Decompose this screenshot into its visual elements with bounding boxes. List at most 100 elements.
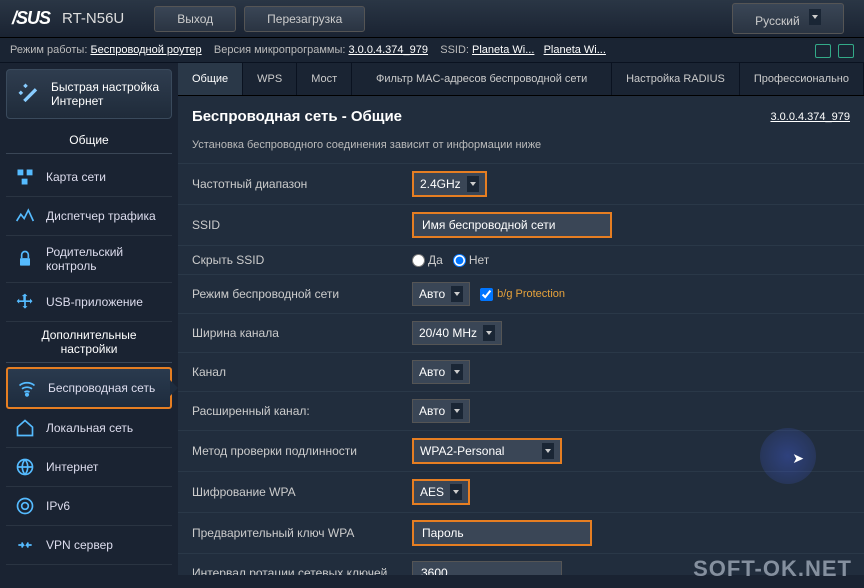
network-map-icon xyxy=(14,167,36,187)
channel-select[interactable]: Авто xyxy=(412,360,470,384)
status-icons xyxy=(811,44,854,61)
lock-icon xyxy=(14,249,36,269)
fw-label: Версия микропрограммы: xyxy=(214,44,346,56)
sidebar-item-label: Беспроводная сеть xyxy=(48,381,155,395)
bg-protection-checkbox[interactable]: b/g Protection xyxy=(480,288,565,301)
sidebar-item-label: Диспетчер трафика xyxy=(46,209,156,223)
sidebar-item-label: Интернет xyxy=(46,460,98,474)
channel-width-select[interactable]: 20/40 MHz xyxy=(412,321,502,345)
band-label: Частотный диапазон xyxy=(192,177,412,191)
tab-radius[interactable]: Настройка RADIUS xyxy=(612,63,740,95)
model-name: RT-N56U xyxy=(62,10,124,27)
sidebar-item-lan[interactable]: Локальная сеть xyxy=(6,409,172,448)
language-select[interactable]: Русский xyxy=(732,3,844,34)
sidebar-item-usb[interactable]: USB-приложение xyxy=(6,283,172,322)
sidebar-item-network-map[interactable]: Карта сети xyxy=(6,158,172,197)
auth-method-label: Метод проверки подлинности xyxy=(192,444,412,458)
mode-link[interactable]: Беспроводной роутер xyxy=(90,44,201,56)
row-wpa-encryption: Шифрование WPA AES xyxy=(178,471,864,512)
brand-logo: /SUS xyxy=(12,8,50,29)
sidebar-item-ipv6[interactable]: IPv6 xyxy=(6,487,172,526)
ssid-link-2[interactable]: Planeta Wi... xyxy=(544,44,606,56)
content-pane: Общие WPS Мост Фильтр MAC-адресов беспро… xyxy=(178,63,864,575)
row-band: Частотный диапазон 2.4GHz xyxy=(178,163,864,204)
sidebar-item-label: Родительский контроль xyxy=(46,245,164,273)
tab-general[interactable]: Общие xyxy=(178,63,243,95)
sidebar-item-vpn[interactable]: VPN сервер xyxy=(6,526,172,565)
key-interval-input[interactable] xyxy=(412,561,562,575)
ext-channel-select[interactable]: Авто xyxy=(412,399,470,423)
status-icon-2[interactable] xyxy=(838,44,854,58)
page-title: Беспроводная сеть - Общие xyxy=(192,108,402,125)
hide-ssid-label: Скрыть SSID xyxy=(192,253,412,267)
fw-link[interactable]: 3.0.0.4.374_979 xyxy=(348,44,428,56)
main-layout: Быстрая настройка Интернет Общие Карта с… xyxy=(0,63,864,575)
row-channel: Канал Авто xyxy=(178,352,864,391)
bg-protection-input[interactable] xyxy=(480,288,493,301)
radio-yes[interactable] xyxy=(412,254,425,267)
sidebar: Быстрая настройка Интернет Общие Карта с… xyxy=(0,63,178,575)
status-icon-1[interactable] xyxy=(815,44,831,58)
row-auth-method: Метод проверки подлинности WPA2-Personal xyxy=(178,430,864,471)
sidebar-item-label: USB-приложение xyxy=(46,295,143,309)
tab-macfilter[interactable]: Фильтр MAC-адресов беспроводной сети xyxy=(352,63,612,95)
wpa-psk-label: Предварительный ключ WPA xyxy=(192,526,412,540)
band-select[interactable]: 2.4GHz xyxy=(412,171,487,197)
ipv6-icon xyxy=(14,496,36,516)
ssid-input[interactable] xyxy=(412,212,612,238)
row-key-interval: Интервал ротации сетевых ключей xyxy=(178,553,864,575)
chevron-down-icon xyxy=(467,176,479,192)
wireless-mode-label: Режим беспроводной сети xyxy=(192,287,412,301)
hide-ssid-no[interactable]: Нет xyxy=(453,253,489,267)
sidebar-item-wan[interactable]: Интернет xyxy=(6,448,172,487)
plus-icon xyxy=(14,292,36,312)
channel-width-label: Ширина канала xyxy=(192,326,412,340)
sidebar-item-traffic[interactable]: Диспетчер трафика xyxy=(6,197,172,236)
row-channel-width: Ширина канала 20/40 MHz xyxy=(178,313,864,352)
chevron-down-icon xyxy=(451,286,463,302)
ext-channel-label: Расширенный канал: xyxy=(192,404,412,418)
reboot-button[interactable]: Перезагрузка xyxy=(244,6,365,32)
chevron-down-icon xyxy=(542,443,554,459)
chevron-down-icon xyxy=(809,9,821,25)
chevron-down-icon xyxy=(450,484,462,500)
qis-label: Быстрая настройка Интернет xyxy=(51,80,163,108)
version-tag: 3.0.0.4.374_979 xyxy=(770,111,850,123)
mode-label: Режим работы: xyxy=(10,44,87,56)
language-label: Русский xyxy=(755,14,800,28)
chevron-down-icon xyxy=(451,364,463,380)
wpa-encryption-label: Шифрование WPA xyxy=(192,485,412,499)
status-bar: Режим работы: Беспроводной роутер Версия… xyxy=(0,38,864,63)
sidebar-item-parental[interactable]: Родительский контроль xyxy=(6,236,172,283)
channel-label: Канал xyxy=(192,365,412,379)
row-ssid: SSID xyxy=(178,204,864,245)
wpa-encryption-select[interactable]: AES xyxy=(412,479,470,505)
ssid-label: SSID xyxy=(192,218,412,232)
tab-professional[interactable]: Профессионально xyxy=(740,63,864,95)
hide-ssid-yes[interactable]: Да xyxy=(412,253,443,267)
page-description: Установка беспроводного соединения завис… xyxy=(178,133,864,163)
wireless-mode-select[interactable]: Авто xyxy=(412,282,470,306)
tabs: Общие WPS Мост Фильтр MAC-адресов беспро… xyxy=(178,63,864,96)
row-wpa-psk: Предварительный ключ WPA xyxy=(178,512,864,553)
qis-button[interactable]: Быстрая настройка Интернет xyxy=(6,69,172,119)
tab-wps[interactable]: WPS xyxy=(243,63,297,95)
wifi-icon xyxy=(16,378,38,398)
chevron-down-icon xyxy=(451,403,463,419)
ssid-link-1[interactable]: Planeta Wi... xyxy=(472,44,534,56)
key-interval-label: Интервал ротации сетевых ключей xyxy=(192,566,412,575)
row-ext-channel: Расширенный канал: Авто xyxy=(178,391,864,430)
sidebar-item-wireless[interactable]: Беспроводная сеть xyxy=(6,367,172,409)
radio-no[interactable] xyxy=(453,254,466,267)
sidebar-item-label: Карта сети xyxy=(46,170,106,184)
logout-button[interactable]: Выход xyxy=(154,6,236,32)
ssid-label: SSID: xyxy=(440,44,469,56)
globe-icon xyxy=(14,457,36,477)
header: /SUS RT-N56U Выход Перезагрузка Русский xyxy=(0,0,864,38)
wpa-psk-input[interactable] xyxy=(412,520,592,546)
tab-bridge[interactable]: Мост xyxy=(297,63,352,95)
advanced-section-head: Дополнительные настройки xyxy=(6,322,172,363)
sidebar-item-label: IPv6 xyxy=(46,499,70,513)
auth-method-select[interactable]: WPA2-Personal xyxy=(412,438,562,464)
vpn-icon xyxy=(14,535,36,555)
